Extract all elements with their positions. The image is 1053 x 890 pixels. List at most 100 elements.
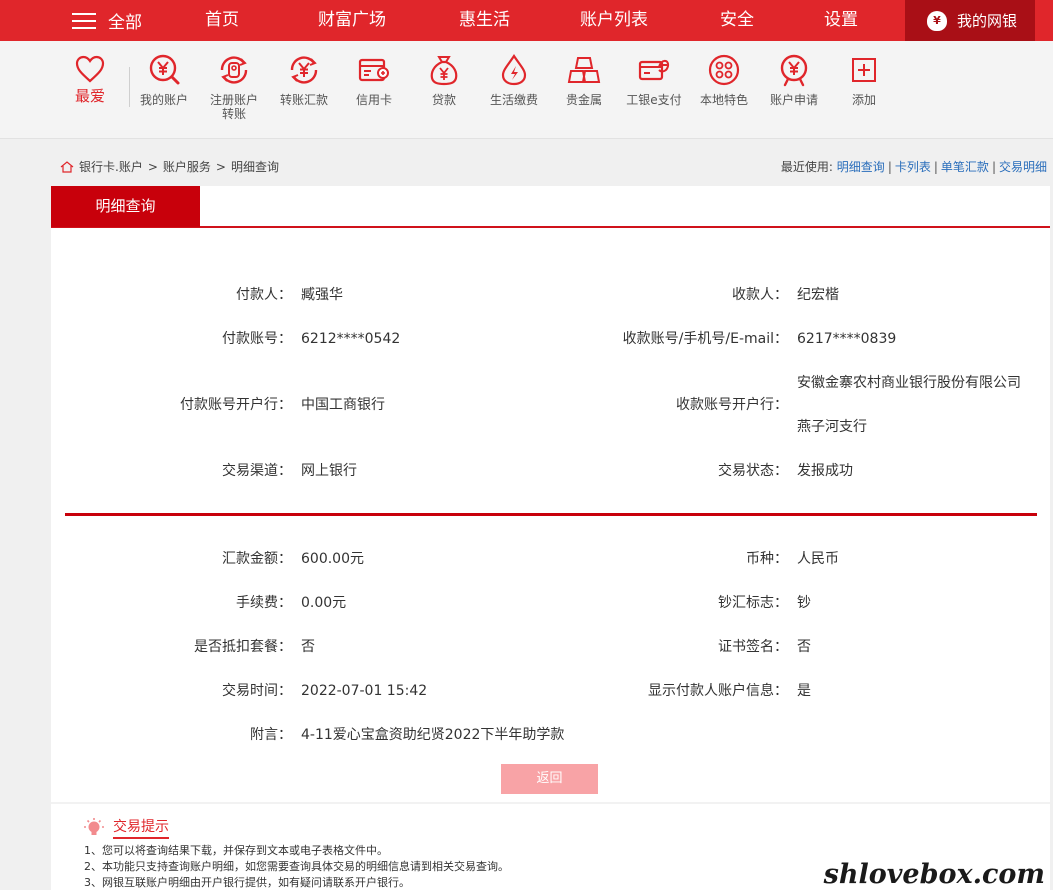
time-label: 交易时间： xyxy=(222,683,292,699)
quick-utility-payment-label: 生活缴费 xyxy=(489,93,538,107)
tips-title: 交易提示 xyxy=(113,816,169,839)
amount-value: 600.00元 xyxy=(301,551,364,567)
back-button[interactable]: 返回 xyxy=(501,764,598,794)
row-channel-status: 交易渠道： 网上银行 交易状态： 发报成功 xyxy=(51,460,1050,482)
time-value: 2022-07-01 15:42 xyxy=(301,683,428,699)
loan-bag-icon xyxy=(430,56,458,86)
payer-account-value: 6212****0542 xyxy=(301,331,401,347)
package-value: 否 xyxy=(301,639,315,655)
utility-payment-icon xyxy=(501,54,527,86)
home-icon[interactable] xyxy=(60,160,74,173)
status-label: 交易状态： xyxy=(718,463,788,479)
e-pay-icon xyxy=(638,59,670,81)
transfer-icon xyxy=(290,56,318,84)
currency-label: 币种： xyxy=(746,551,788,567)
quick-e-pay[interactable]: 工银e支付 xyxy=(619,53,689,107)
row-accounts: 付款账号： 6212****0542 收款账号/手机号/E-mail： 6217… xyxy=(51,328,1050,350)
channel-value: 网上银行 xyxy=(301,463,357,479)
top-navigation-bar: 全部 首页 财富广场 惠生活 账户列表 安全 设置 我的网银 xyxy=(0,0,1053,41)
add-icon xyxy=(852,58,876,82)
memo-label: 附言： xyxy=(250,727,292,743)
lightbulb-icon xyxy=(84,817,104,835)
channel-label: 交易渠道： xyxy=(222,463,292,479)
payer-bank-value: 中国工商银行 xyxy=(301,397,385,413)
row-package-cert: 是否抵扣套餐： 否 证书签名： 否 xyxy=(51,636,1050,658)
row-amount-currency: 汇款金额： 600.00元 币种： 人民币 xyxy=(51,548,1050,570)
tip-item: 1、您可以将查询结果下载，并保存到文本或电子表格文件中。 xyxy=(84,844,388,857)
section-divider xyxy=(65,513,1037,516)
quick-credit-card[interactable]: 信用卡 xyxy=(339,53,409,107)
payee-value: 纪宏楷 xyxy=(797,287,839,303)
recently-used-label: 最近使用: xyxy=(780,160,833,174)
account-apply-icon xyxy=(780,54,808,87)
breadcrumb-detail-query: 明细查询 xyxy=(230,160,279,174)
nav-wealth-plaza[interactable]: 财富广场 xyxy=(318,0,386,41)
yuan-search-icon xyxy=(149,54,180,85)
memo-value: 4-11爱心宝盒资助纪贤2022下半年助学款 xyxy=(301,727,565,743)
quick-loan[interactable]: 贷款 xyxy=(409,53,479,107)
payee-account-label: 收款账号/手机号/E-mail： xyxy=(622,331,788,347)
detail-panel: 明细查询 付款人： 臧强华 收款人： 纪宏楷 付款账号： 6212****054… xyxy=(51,186,1050,890)
quick-utility-payment[interactable]: 生活缴费 xyxy=(479,53,549,107)
row-payee-bank-line1: 安徽金寨农村商业银行股份有限公司 xyxy=(51,372,1050,394)
quick-account-apply[interactable]: 账户申请 xyxy=(759,53,829,107)
breadcrumb-account-service[interactable]: 账户服务 xyxy=(163,158,211,175)
quick-precious-metals[interactable]: 贵金属 xyxy=(549,53,619,107)
all-menu-label: 全部 xyxy=(108,13,142,33)
fee-label: 手续费： xyxy=(236,595,292,611)
amount-label: 汇款金额： xyxy=(222,551,292,567)
quick-add[interactable]: 添加 xyxy=(829,53,899,107)
payer-bank-label: 付款账号开户行： xyxy=(180,397,292,413)
payee-bank-value-line2: 燕子河支行 xyxy=(797,419,867,435)
nav-settings[interactable]: 设置 xyxy=(824,0,858,41)
tab-detail-query[interactable]: 明细查询 xyxy=(51,186,200,227)
favorites-label: 最爱 xyxy=(74,87,105,105)
recent-link-detail-query[interactable]: 明细查询 xyxy=(837,160,885,174)
quick-transfer[interactable]: 转账汇款 xyxy=(269,53,339,107)
quick-local-feature[interactable]: 本地特色 xyxy=(689,53,759,107)
recently-used: 最近使用: 明细查询 | 卡列表 | 单笔汇款 | 交易明细 xyxy=(780,160,1047,174)
recent-link-card-list[interactable]: 卡列表 xyxy=(895,160,931,174)
show-payer-label: 显示付款人账户信息： xyxy=(648,683,788,699)
register-transfer-icon xyxy=(220,56,248,84)
cert-label: 证书签名： xyxy=(718,639,788,655)
nav-home[interactable]: 首页 xyxy=(205,0,239,41)
hamburger-icon xyxy=(72,12,96,30)
tip-item: 2、本功能只支持查询账户明细，如您需要查询具体交易的明细信息请到相关交易查询。 xyxy=(84,860,509,873)
gold-bars-icon xyxy=(567,57,601,83)
quick-credit-card-label: 信用卡 xyxy=(355,93,392,107)
quick-my-account[interactable]: 我的账户 xyxy=(129,53,199,107)
quick-local-feature-label: 本地特色 xyxy=(699,93,748,107)
nav-account-list[interactable]: 账户列表 xyxy=(580,0,648,41)
quick-register-transfer[interactable]: 注册账户转账 xyxy=(199,53,269,121)
tip-item: 3、网银互联账户明细由开户银行提供，如有疑问请联系开户银行。 xyxy=(84,876,410,889)
nav-security[interactable]: 安全 xyxy=(720,0,754,41)
my-online-bank-button[interactable]: 我的网银 xyxy=(905,0,1035,41)
breadcrumb-card-account[interactable]: 银行卡.账户 xyxy=(79,158,143,175)
my-online-bank-label: 我的网银 xyxy=(957,12,1018,30)
row-fee-cashflag: 手续费： 0.00元 钞汇标志： 钞 xyxy=(51,592,1050,614)
show-payer-value: 是 xyxy=(797,683,811,699)
quick-loan-label: 贷款 xyxy=(431,93,456,107)
package-label: 是否抵扣套餐： xyxy=(194,639,292,655)
cash-flag-label: 钞汇标志： xyxy=(718,595,788,611)
recent-link-transaction-detail[interactable]: 交易明细 xyxy=(999,160,1047,174)
recent-link-single-remittance[interactable]: 单笔汇款 xyxy=(941,160,989,174)
row-payee-bank-line2: 燕子河支行 xyxy=(51,416,1050,438)
tab-bar: 明细查询 xyxy=(51,186,1050,228)
nav-life-benefits[interactable]: 惠生活 xyxy=(459,0,510,41)
tips-header: 交易提示 xyxy=(83,816,169,839)
tips-separator xyxy=(51,802,1050,804)
quick-add-label: 添加 xyxy=(851,93,876,107)
row-banks: 付款账号开户行： 中国工商银行 收款账号开户行： xyxy=(51,394,1050,416)
payer-label: 付款人： xyxy=(236,287,292,303)
favorites-button[interactable]: 最爱 xyxy=(70,55,110,106)
local-feature-icon xyxy=(708,54,740,86)
payee-bank-value-line1: 安徽金寨农村商业银行股份有限公司 xyxy=(797,375,1021,391)
heart-icon xyxy=(75,55,105,83)
breadcrumb-separator: > xyxy=(215,159,226,174)
row-payer: 付款人： 臧强华 收款人： 纪宏楷 xyxy=(51,284,1050,306)
quick-e-pay-label: 工银e支付 xyxy=(626,93,682,107)
all-menu-button[interactable]: 全部 xyxy=(72,0,142,41)
quick-my-account-label: 我的账户 xyxy=(139,93,188,107)
